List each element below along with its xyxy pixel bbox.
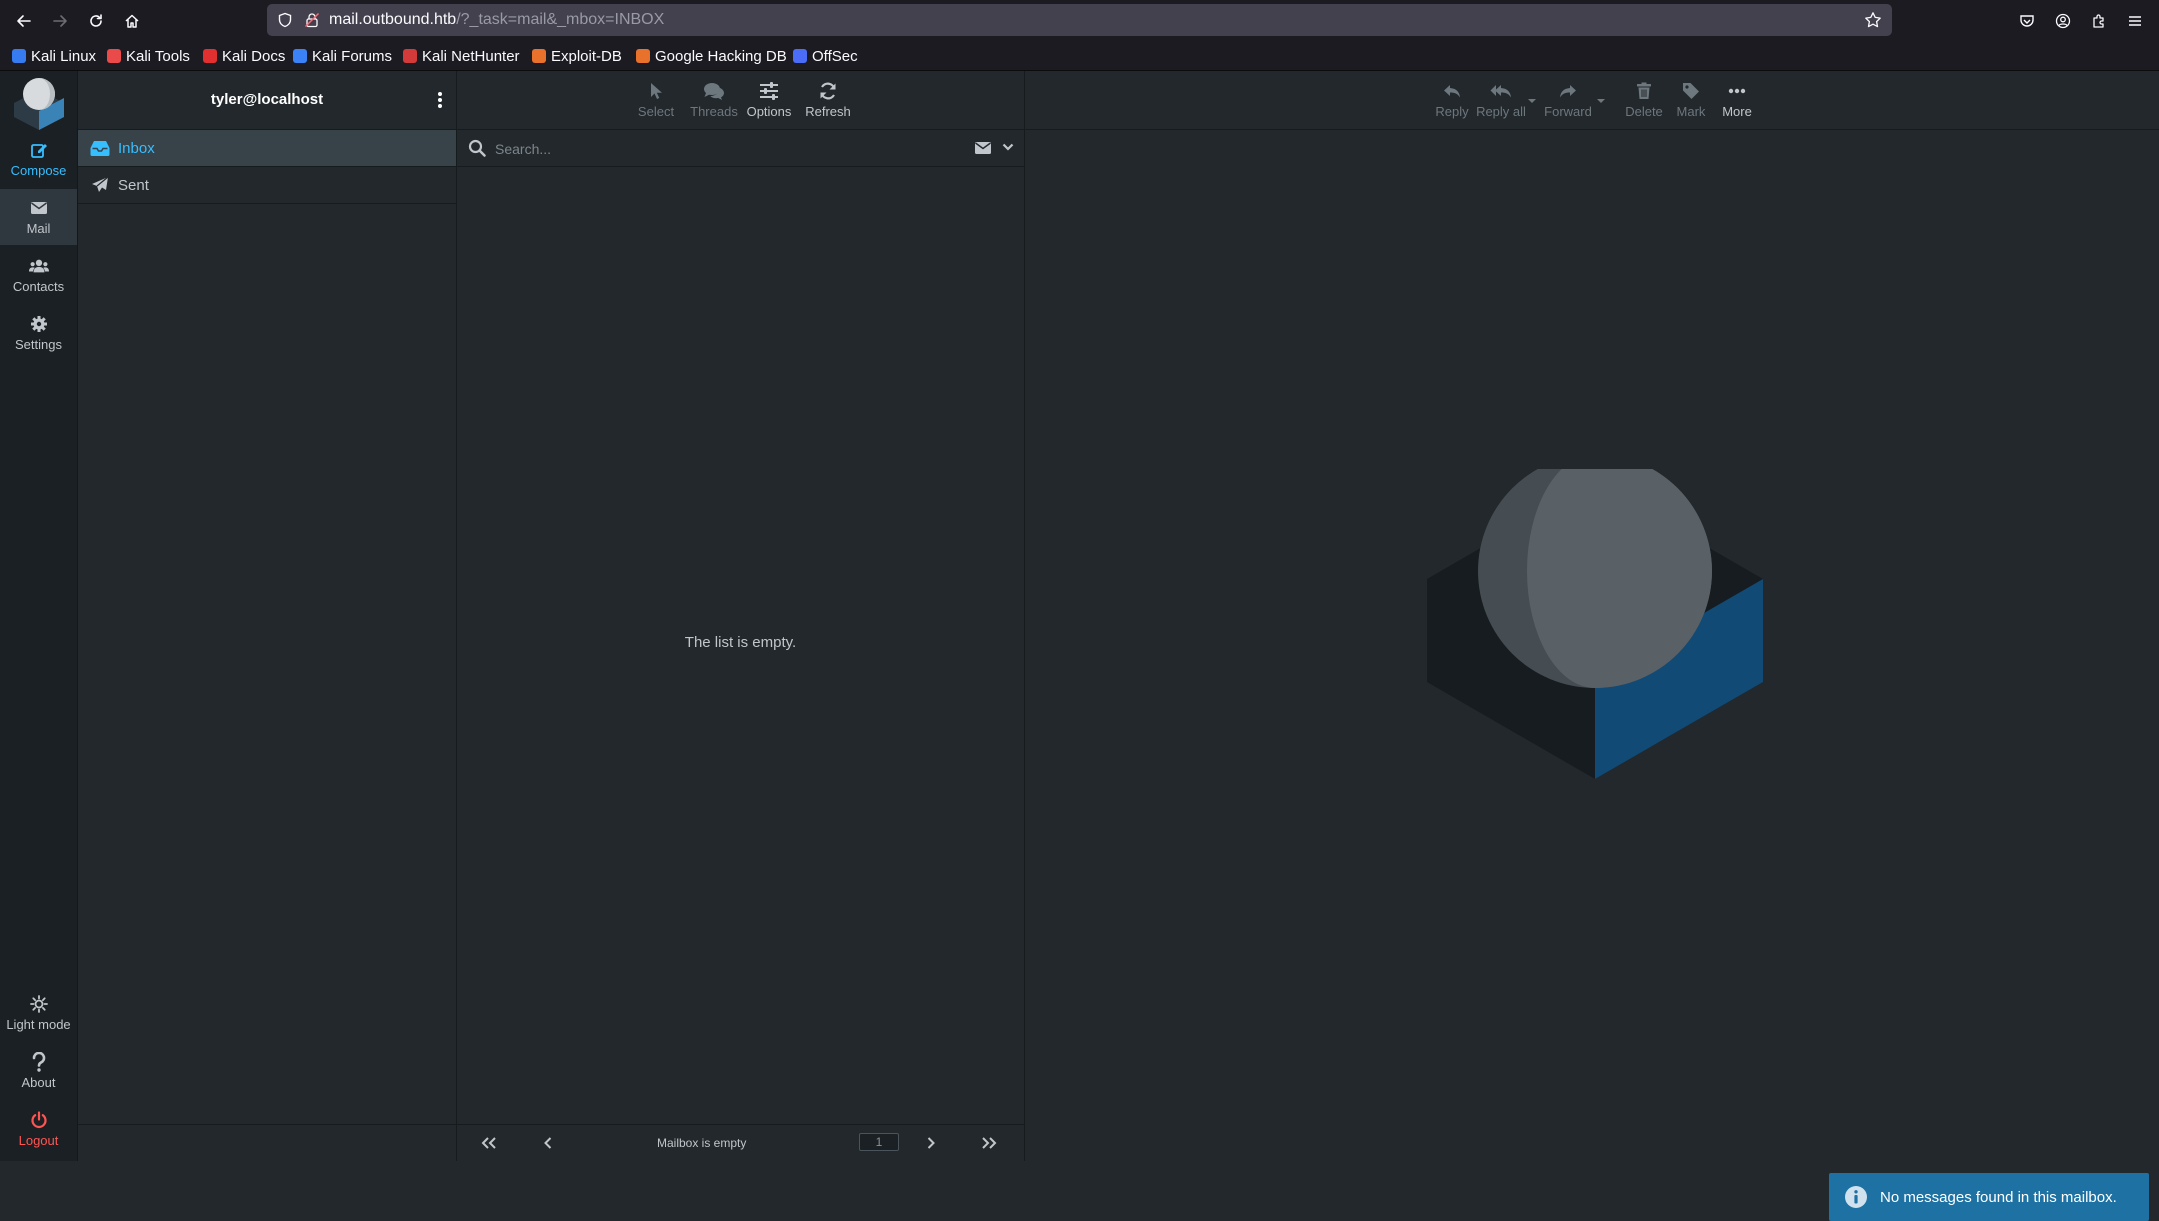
- folder-sent[interactable]: Sent: [78, 167, 456, 204]
- list-footer: Mailbox is empty 1: [457, 1124, 1024, 1161]
- bookmark-kali-linux[interactable]: Kali Linux: [12, 41, 96, 71]
- envelope-icon: [29, 198, 49, 218]
- folder-actions-menu-icon[interactable]: [430, 90, 450, 110]
- reply-all-dropdown-icon[interactable]: [1527, 98, 1537, 104]
- question-icon: [29, 1052, 49, 1072]
- account-name: tyler@localhost: [210, 91, 324, 108]
- ellipsis-icon: [1726, 81, 1748, 101]
- mail-button[interactable]: Mail: [0, 189, 77, 245]
- roundcube-watermark-logo: [1422, 469, 1768, 815]
- offsec-icon: [793, 49, 807, 63]
- cursor-pointer-icon: [645, 81, 667, 101]
- message-toolbar: Reply Reply all Forward Delete Mark More: [1025, 71, 2159, 130]
- reply-button[interactable]: Reply: [1430, 77, 1474, 123]
- reply-all-button[interactable]: Reply all: [1473, 77, 1529, 123]
- light-mode-button[interactable]: Light mode: [0, 985, 77, 1041]
- pocket-icon[interactable]: [2016, 10, 2038, 32]
- delete-button[interactable]: Delete: [1621, 77, 1667, 123]
- forward-arrow-icon: [1557, 81, 1579, 101]
- mark-button[interactable]: Mark: [1670, 77, 1712, 123]
- threads-button[interactable]: Threads: [686, 77, 742, 123]
- reply-all-icon: [1490, 81, 1512, 101]
- search-icon[interactable]: [468, 139, 486, 157]
- contacts-button[interactable]: Contacts: [0, 247, 77, 303]
- empty-list-message: The list is empty.: [684, 634, 797, 651]
- exploit-db-icon: [532, 49, 546, 63]
- bookmarks-bar: Kali Linux Kali Tools Kali Docs Kali For…: [0, 41, 2159, 71]
- chevron-down-icon[interactable]: [1002, 142, 1014, 152]
- users-icon: [28, 256, 49, 276]
- reload-icon[interactable]: [84, 9, 108, 33]
- account-icon[interactable]: [2052, 10, 2074, 32]
- notification-text: No messages found in this mailbox.: [1880, 1188, 2117, 1206]
- folders-footer: [78, 1124, 456, 1161]
- compose-button[interactable]: Compose: [0, 131, 77, 187]
- folders-pane: tyler@localhost Inbox Sent: [78, 71, 457, 1161]
- hamburger-menu-icon[interactable]: [2124, 10, 2146, 32]
- bookmark-kali-tools[interactable]: Kali Tools: [107, 41, 190, 71]
- roundcube-app: Compose Mail Contacts Settings Light mod…: [0, 71, 2159, 1221]
- bookmark-kali-nethunter[interactable]: Kali NetHunter: [403, 41, 520, 71]
- tracking-shield-icon[interactable]: [277, 12, 293, 28]
- bookmark-google-hacking-db[interactable]: Google Hacking DB: [636, 41, 787, 71]
- url-bar[interactable]: mail.outbound.htb/?_task=mail&_mbox=INBO…: [267, 4, 1892, 36]
- power-icon: [29, 1110, 49, 1130]
- first-page-icon[interactable]: [479, 1134, 499, 1152]
- options-button[interactable]: Options: [741, 77, 797, 123]
- kali-dragon-icon: [12, 49, 26, 63]
- insecure-lock-icon[interactable]: [304, 12, 320, 28]
- message-content-pane: Reply Reply all Forward Delete Mark More: [1025, 71, 2159, 1161]
- extensions-icon[interactable]: [2088, 10, 2110, 32]
- notification-toast[interactable]: No messages found in this mailbox.: [1829, 1173, 2149, 1221]
- sliders-icon: [758, 81, 780, 101]
- browser-toolbar: mail.outbound.htb/?_task=mail&_mbox=INBO…: [0, 0, 2159, 41]
- paper-plane-icon: [90, 175, 110, 195]
- folder-inbox[interactable]: Inbox: [78, 130, 456, 167]
- next-page-icon[interactable]: [921, 1134, 941, 1152]
- last-page-icon[interactable]: [979, 1134, 999, 1152]
- logout-button[interactable]: Logout: [0, 1101, 77, 1157]
- forward-icon[interactable]: [48, 9, 72, 33]
- comments-icon: [703, 81, 725, 101]
- compose-icon: [29, 140, 49, 160]
- tag-icon: [1680, 81, 1702, 101]
- refresh-icon: [817, 81, 839, 101]
- url-text[interactable]: mail.outbound.htb/?_task=mail&_mbox=INBO…: [329, 4, 664, 36]
- inbox-icon: [90, 138, 110, 158]
- kali-forums-icon: [293, 49, 307, 63]
- trash-icon: [1633, 81, 1655, 101]
- home-icon[interactable]: [120, 9, 144, 33]
- message-list-pane: Select Threads Options Refresh Search...…: [457, 71, 1025, 1161]
- select-button[interactable]: Select: [633, 77, 679, 123]
- search-input[interactable]: [493, 135, 977, 163]
- forward-button[interactable]: Forward: [1540, 77, 1596, 123]
- page-number-input[interactable]: 1: [859, 1133, 899, 1151]
- task-menu: Compose Mail Contacts Settings Light mod…: [0, 71, 78, 1161]
- list-toolbar: Select Threads Options Refresh: [457, 71, 1024, 130]
- roundcube-logo[interactable]: [11, 77, 67, 133]
- kali-nethunter-icon: [403, 49, 417, 63]
- reply-icon: [1441, 81, 1463, 101]
- bookmark-star-icon[interactable]: [1864, 11, 1882, 29]
- search-bar: [457, 130, 1024, 167]
- gear-icon: [29, 314, 49, 334]
- bookmark-exploit-db[interactable]: Exploit-DB: [532, 41, 622, 71]
- bookmark-kali-docs[interactable]: Kali Docs: [203, 41, 285, 71]
- about-button[interactable]: About: [0, 1043, 77, 1099]
- sun-icon: [29, 994, 49, 1014]
- previous-page-icon[interactable]: [538, 1134, 558, 1152]
- more-button[interactable]: More: [1715, 77, 1759, 123]
- settings-button[interactable]: Settings: [0, 305, 77, 361]
- kali-tools-icon: [107, 49, 121, 63]
- refresh-button[interactable]: Refresh: [797, 77, 859, 123]
- folders-header: tyler@localhost: [78, 71, 456, 130]
- back-icon[interactable]: [12, 9, 36, 33]
- search-scope-envelope-icon[interactable]: [974, 141, 992, 155]
- ghdb-icon: [636, 49, 650, 63]
- bookmark-kali-forums[interactable]: Kali Forums: [293, 41, 392, 71]
- bookmark-offsec[interactable]: OffSec: [793, 41, 858, 71]
- kali-docs-icon: [203, 49, 217, 63]
- info-icon: [1845, 1186, 1867, 1208]
- forward-dropdown-icon[interactable]: [1596, 98, 1606, 104]
